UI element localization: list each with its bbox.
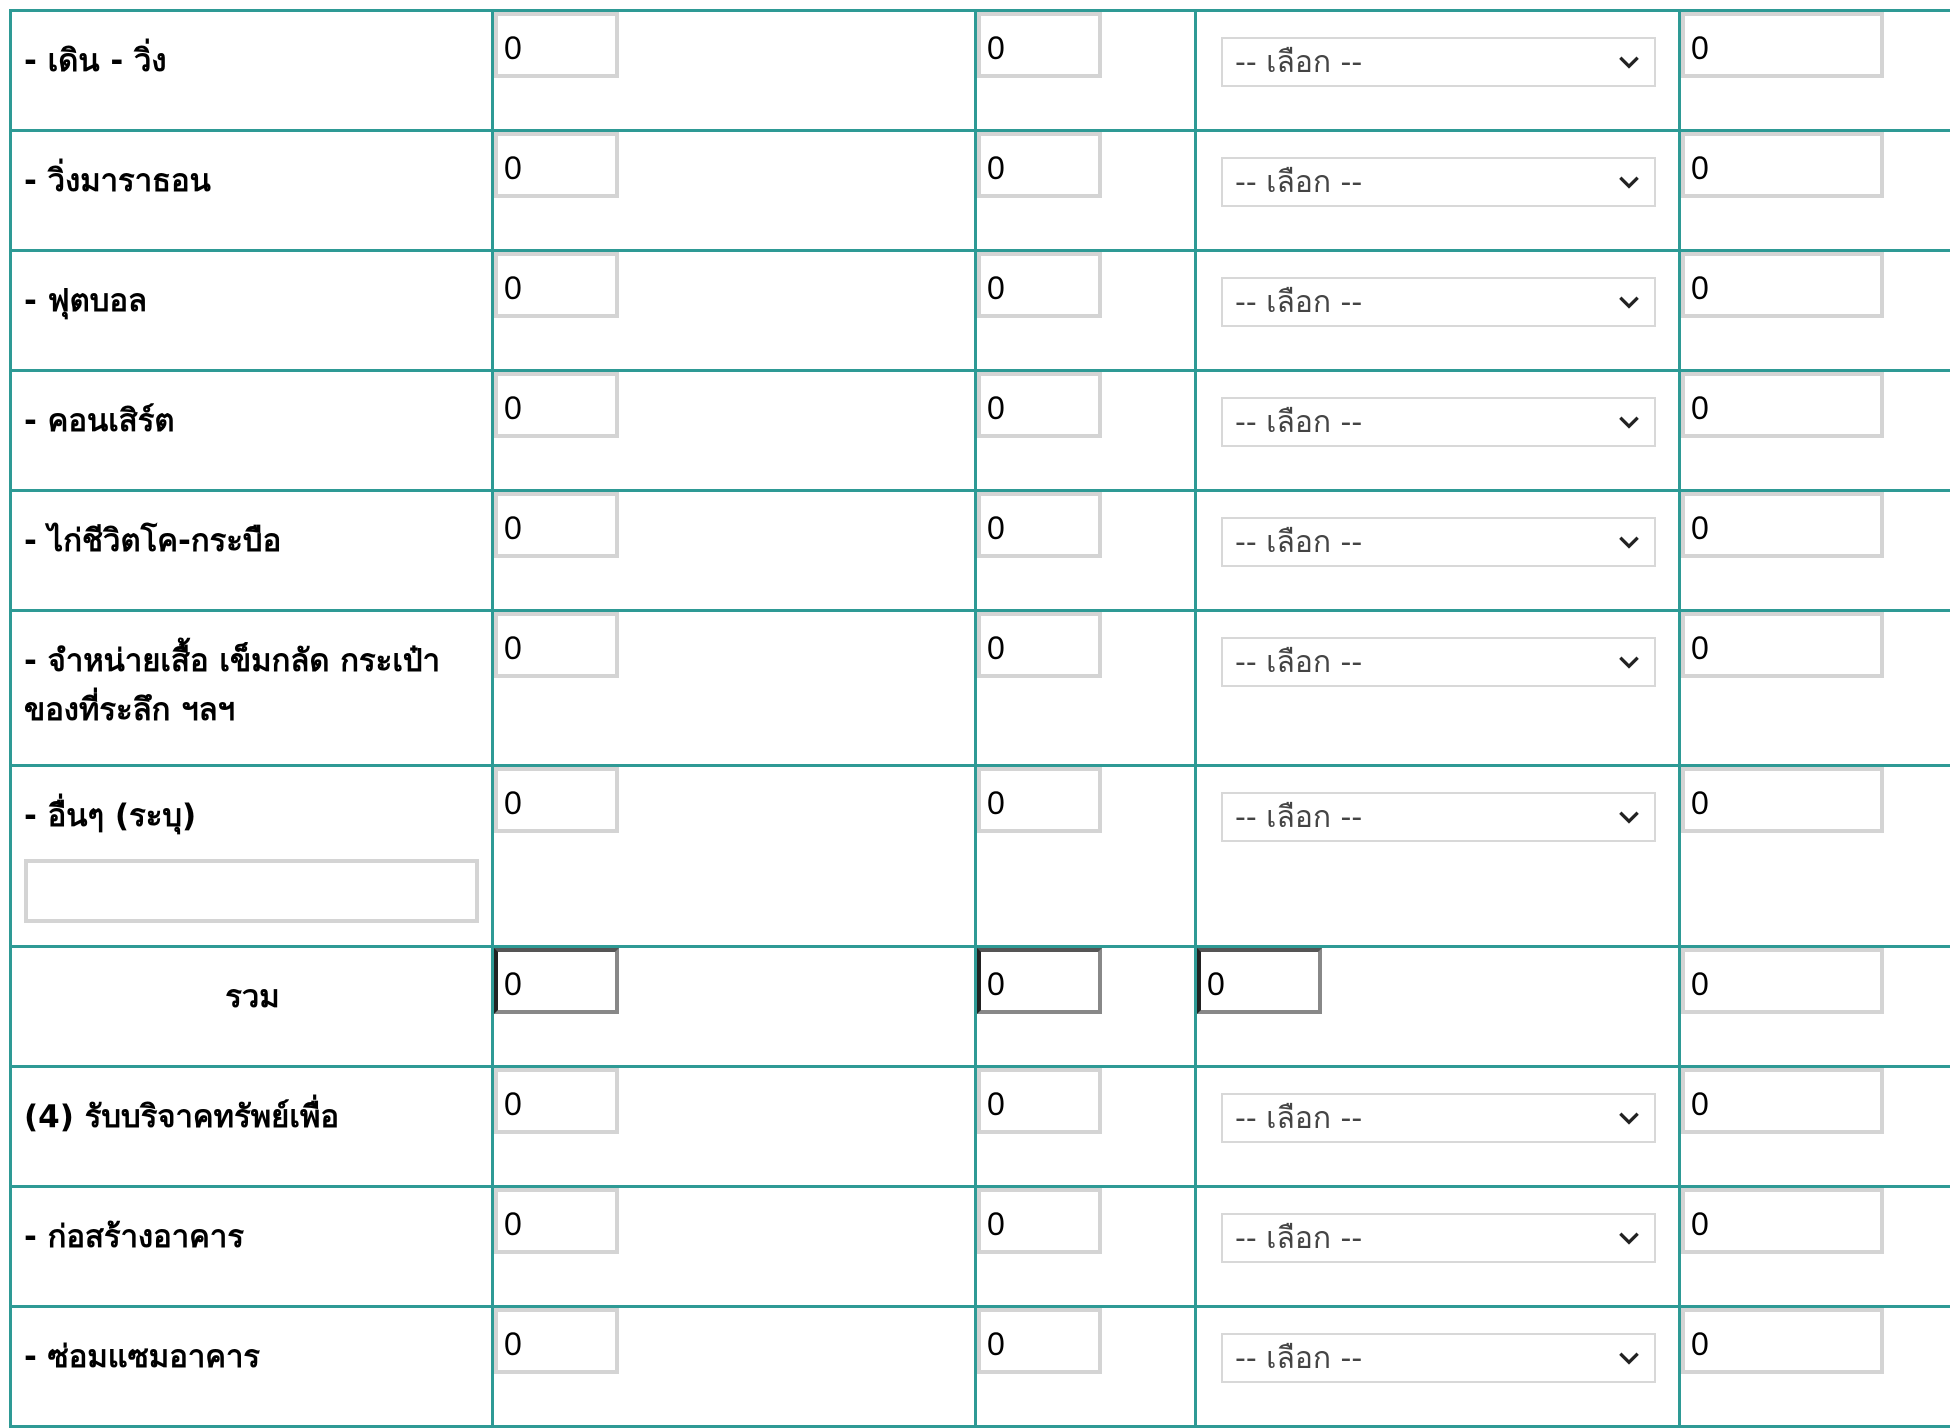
amount-input-4[interactable]: 0: [1681, 767, 1884, 833]
row-label: - เดิน - วิ่ง: [12, 12, 491, 86]
choice-select[interactable]: -- เลือก --: [1221, 277, 1656, 327]
amount-input-2[interactable]: 0: [977, 12, 1102, 78]
row-label: - วิ่งมาราธอน: [12, 132, 491, 206]
table-row: - อื่นๆ (ระบุ) 0 0 -- เลือก -- 0: [11, 766, 1950, 947]
amount-input-1[interactable]: 0: [494, 1188, 619, 1254]
choice-select[interactable]: -- เลือก --: [1221, 37, 1656, 87]
amount-input-2[interactable]: 0: [977, 372, 1102, 438]
amount-input-1[interactable]: 0: [494, 492, 619, 558]
table-row: - ฟุตบอล 0 0 -- เลือก -- 0: [11, 251, 1950, 371]
chevron-down-icon: [1616, 1105, 1642, 1131]
amount-input-4[interactable]: 0: [1681, 1308, 1884, 1374]
amount-input-2[interactable]: 0: [977, 1308, 1102, 1374]
total-input-4[interactable]: 0: [1681, 948, 1884, 1014]
chevron-down-icon: [1616, 289, 1642, 315]
amount-input-1[interactable]: 0: [494, 12, 619, 78]
table-row: - ซ่อมแซมอาคาร 0 0 -- เลือก -- 0: [11, 1307, 1950, 1427]
amount-input-4[interactable]: 0: [1681, 492, 1884, 558]
amount-input-2[interactable]: 0: [977, 1068, 1102, 1134]
amount-input-1[interactable]: 0: [494, 612, 619, 678]
chevron-down-icon: [1616, 649, 1642, 675]
choice-select[interactable]: -- เลือก --: [1221, 157, 1656, 207]
total-input-3[interactable]: 0: [1197, 948, 1322, 1014]
table-row: - ไก่ชีวิตโค-กระบือ 0 0 -- เลือก -- 0: [11, 491, 1950, 611]
table-row: - เดิน - วิ่ง 0 0 -- เลือก -- 0: [11, 11, 1950, 131]
table-row: (4) รับบริจาคทรัพย์เพื่อ 0 0 -- เลือก --…: [11, 1067, 1950, 1187]
row-label: - ก่อสร้างอาคาร: [12, 1188, 491, 1262]
amount-input-4[interactable]: 0: [1681, 1188, 1884, 1254]
amount-input-1[interactable]: 0: [494, 1308, 619, 1374]
amount-input-4[interactable]: 0: [1681, 372, 1884, 438]
amount-input-1[interactable]: 0: [494, 372, 619, 438]
amount-input-2[interactable]: 0: [977, 767, 1102, 833]
amount-input-2[interactable]: 0: [977, 612, 1102, 678]
choice-select[interactable]: -- เลือก --: [1221, 397, 1656, 447]
total-input-1[interactable]: 0: [494, 948, 619, 1014]
amount-input-1[interactable]: 0: [494, 767, 619, 833]
row-label: - ไก่ชีวิตโค-กระบือ: [12, 492, 491, 566]
row-label: - คอนเสิร์ต: [12, 372, 491, 446]
amount-input-4[interactable]: 0: [1681, 1068, 1884, 1134]
amount-input-1[interactable]: 0: [494, 1068, 619, 1134]
form-table: - เดิน - วิ่ง 0 0 -- เลือก -- 0 - วิ่งมา…: [9, 9, 1950, 1428]
chevron-down-icon: [1616, 1225, 1642, 1251]
total-label: รวม: [12, 948, 491, 1022]
amount-input-1[interactable]: 0: [494, 252, 619, 318]
choice-select[interactable]: -- เลือก --: [1221, 1213, 1656, 1263]
chevron-down-icon: [1616, 409, 1642, 435]
amount-input-2[interactable]: 0: [977, 1188, 1102, 1254]
row-label: - ฟุตบอล: [12, 252, 491, 326]
total-row: รวม 0 0 0 0: [11, 947, 1950, 1067]
row-label: - ซ่อมแซมอาคาร: [12, 1308, 491, 1382]
table-row: - วิ่งมาราธอน 0 0 -- เลือก -- 0: [11, 131, 1950, 251]
choice-select[interactable]: -- เลือก --: [1221, 1333, 1656, 1383]
choice-select[interactable]: -- เลือก --: [1221, 1093, 1656, 1143]
amount-input-4[interactable]: 0: [1681, 612, 1884, 678]
amount-input-4[interactable]: 0: [1681, 12, 1884, 78]
amount-input-2[interactable]: 0: [977, 492, 1102, 558]
choice-select[interactable]: -- เลือก --: [1221, 637, 1656, 687]
total-input-2[interactable]: 0: [977, 948, 1102, 1014]
choice-select[interactable]: -- เลือก --: [1221, 517, 1656, 567]
chevron-down-icon: [1616, 1345, 1642, 1371]
amount-input-4[interactable]: 0: [1681, 252, 1884, 318]
chevron-down-icon: [1616, 804, 1642, 830]
amount-input-2[interactable]: 0: [977, 252, 1102, 318]
chevron-down-icon: [1616, 169, 1642, 195]
other-specify-input[interactable]: [24, 859, 479, 923]
amount-input-4[interactable]: 0: [1681, 132, 1884, 198]
table-row: - ก่อสร้างอาคาร 0 0 -- เลือก -- 0: [11, 1187, 1950, 1307]
row-label: - จำหน่ายเสื้อ เข็มกลัด กระเป๋า ของที่ระ…: [12, 612, 491, 735]
chevron-down-icon: [1616, 49, 1642, 75]
choice-select[interactable]: -- เลือก --: [1221, 792, 1656, 842]
chevron-down-icon: [1616, 529, 1642, 555]
row-label: - อื่นๆ (ระบุ): [12, 767, 491, 841]
amount-input-1[interactable]: 0: [494, 132, 619, 198]
amount-input-2[interactable]: 0: [977, 132, 1102, 198]
row-label: (4) รับบริจาคทรัพย์เพื่อ: [12, 1068, 491, 1142]
table-row: - คอนเสิร์ต 0 0 -- เลือก -- 0: [11, 371, 1950, 491]
table-row: - จำหน่ายเสื้อ เข็มกลัด กระเป๋า ของที่ระ…: [11, 611, 1950, 766]
